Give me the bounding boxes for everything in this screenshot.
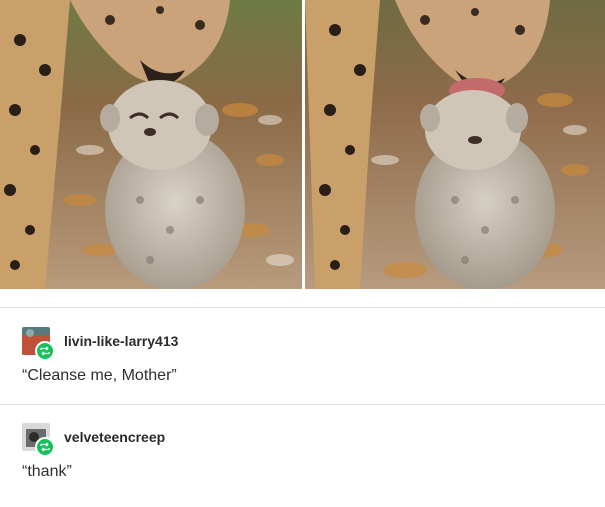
cheetah-cub-photo-icon (0, 0, 302, 289)
post-divider (0, 307, 605, 308)
avatar[interactable] (22, 327, 55, 361)
retweet-arrows-icon (40, 442, 50, 452)
retweet-arrows-icon (40, 346, 50, 356)
reblog-header: velveteencreep (22, 422, 165, 457)
reblog-icon (35, 341, 55, 361)
photo-cheetah-cub-nuzzle[interactable] (0, 0, 302, 289)
reblog-text: “thank” (22, 463, 72, 480)
reblog-divider (0, 404, 605, 405)
reblog-text: “Cleanse me, Mother” (22, 367, 177, 384)
reblog-icon (35, 437, 55, 457)
cheetah-cub-lick-photo-icon (305, 0, 605, 289)
username-link[interactable]: livin-like-larry413 (64, 333, 178, 349)
username-link[interactable]: velveteencreep (64, 429, 165, 445)
reblog-header: livin-like-larry413 (22, 326, 178, 361)
photo-set (0, 0, 605, 289)
avatar[interactable] (22, 423, 55, 457)
photo-cheetah-cub-lick[interactable] (305, 0, 605, 289)
